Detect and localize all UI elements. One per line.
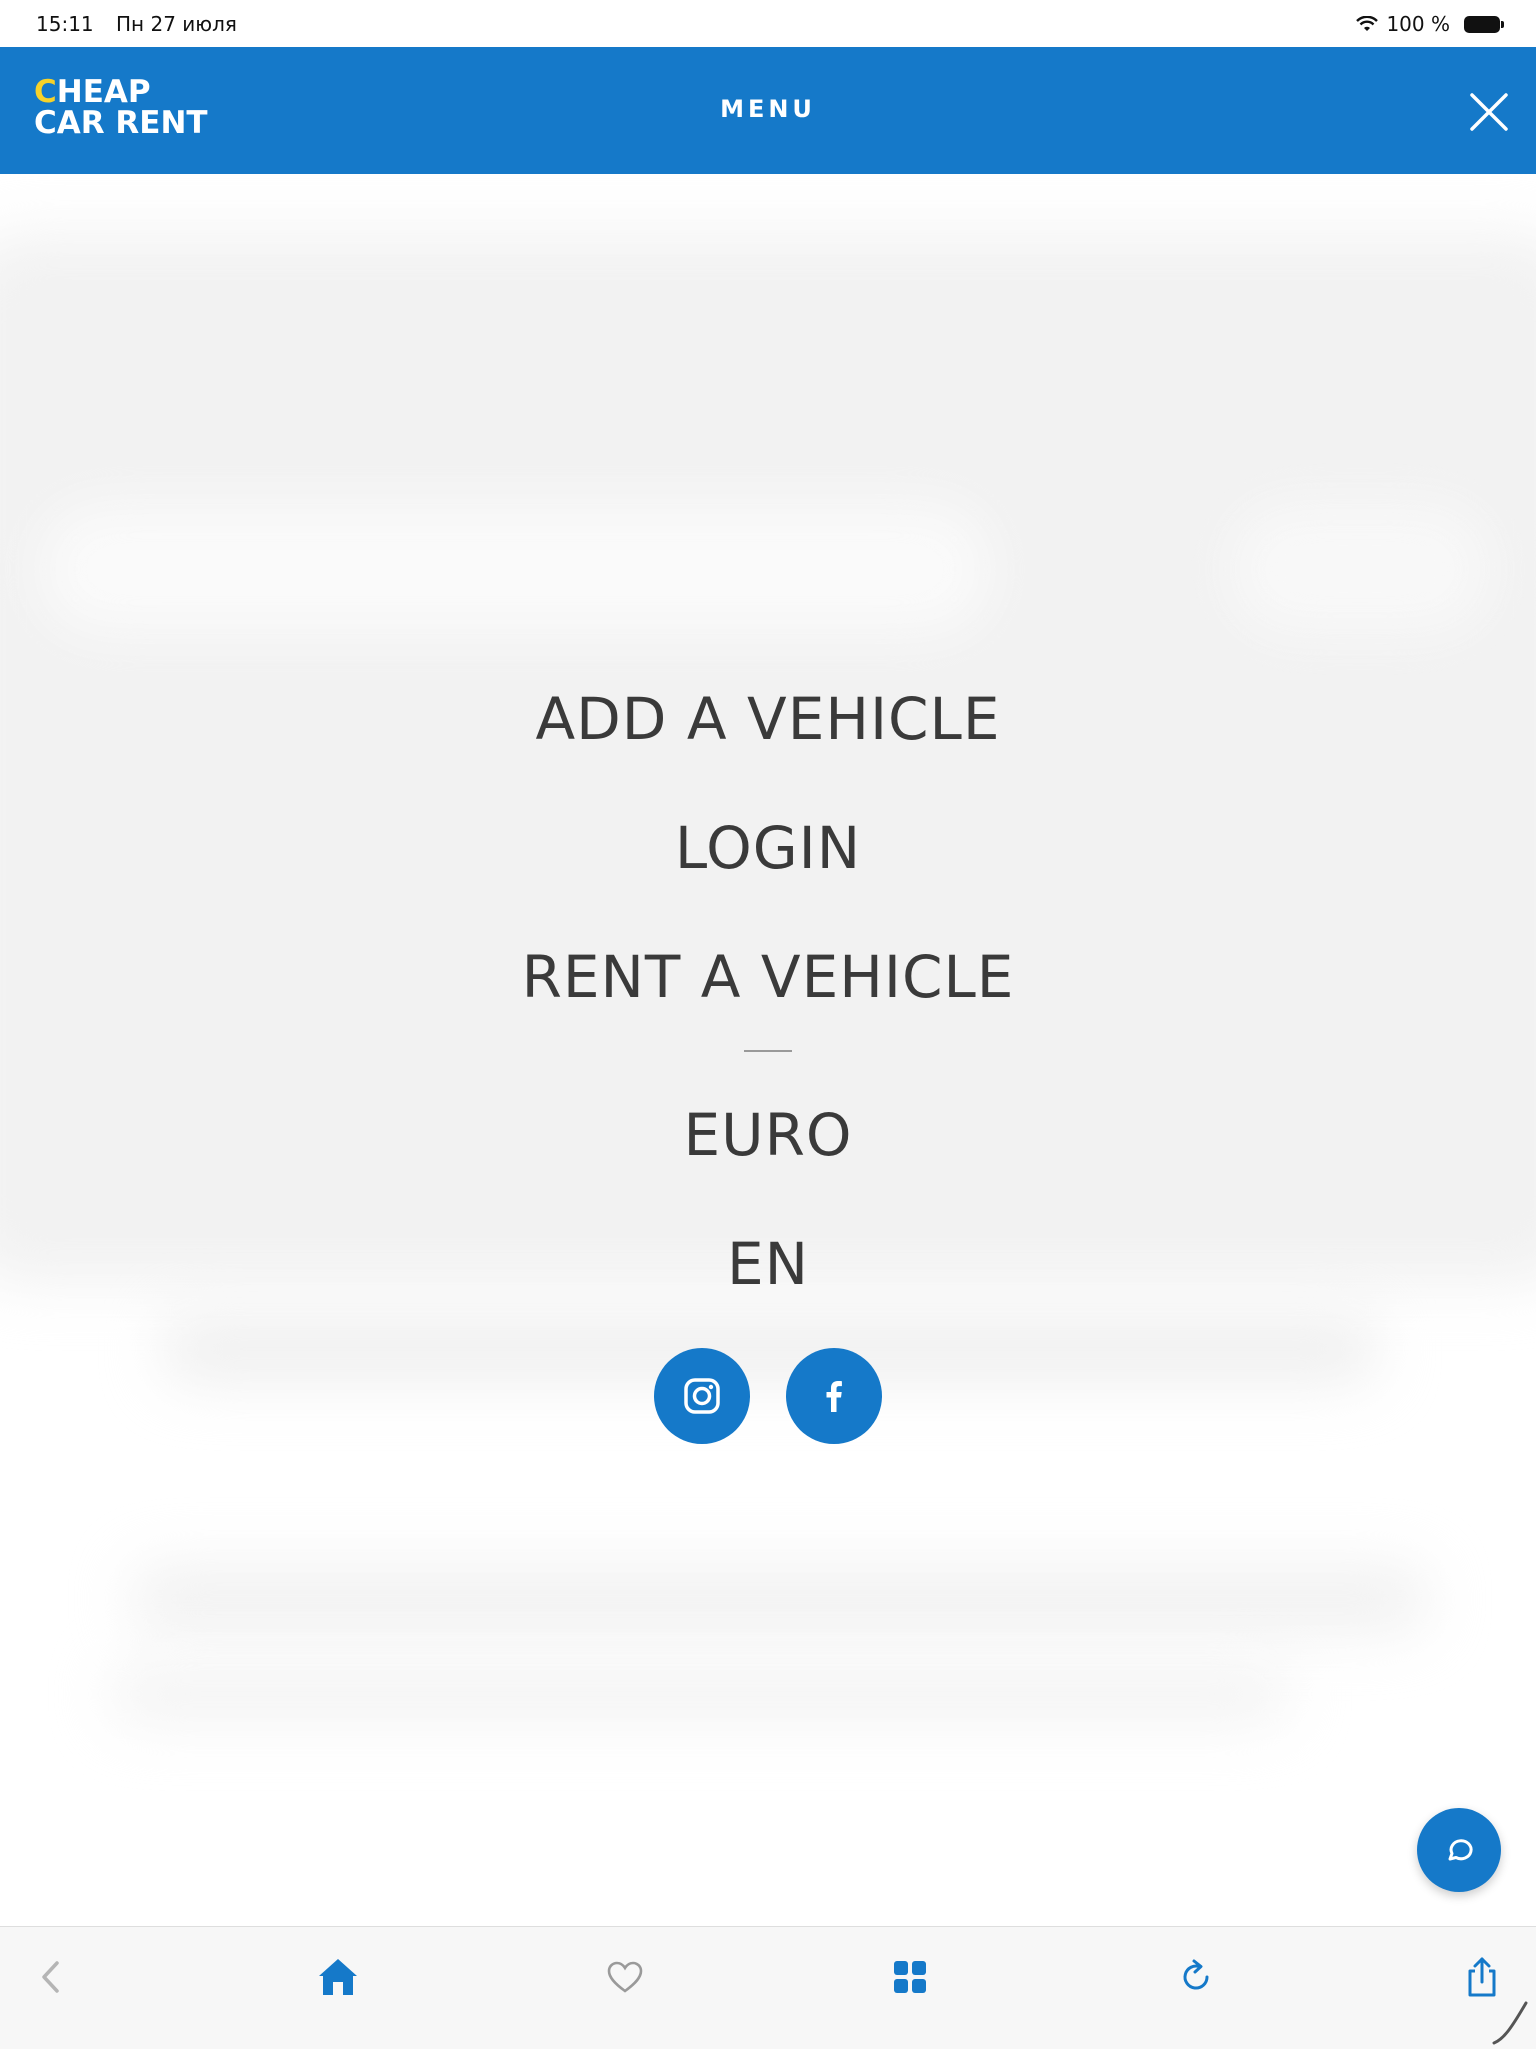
chat-icon bbox=[1448, 1839, 1473, 1861]
close-button[interactable] bbox=[1466, 89, 1512, 135]
home-icon bbox=[319, 1959, 357, 1995]
close-icon bbox=[1470, 93, 1508, 131]
bg-blob bbox=[130, 1564, 1430, 1634]
language-selector[interactable]: EN bbox=[0, 1200, 1536, 1329]
app-header: CHEAP CAR RENT MENU bbox=[0, 47, 1536, 174]
battery-icon bbox=[1464, 15, 1504, 33]
status-right: 100 % bbox=[1356, 12, 1504, 36]
menu-divider bbox=[744, 1050, 792, 1052]
status-time: 15:11 bbox=[36, 12, 94, 36]
chat-button[interactable] bbox=[1417, 1808, 1501, 1892]
back-button[interactable] bbox=[27, 1953, 75, 2001]
facebook-icon bbox=[826, 1381, 842, 1412]
instagram-icon bbox=[684, 1378, 720, 1414]
favorites-button[interactable] bbox=[601, 1953, 649, 2001]
bg-blob bbox=[40, 504, 990, 634]
bg-blob bbox=[110, 1664, 1290, 1724]
menu-item-login[interactable]: LOGIN bbox=[0, 784, 1536, 913]
menu-list: ADD A VEHICLE LOGIN RENT A VEHICLE bbox=[0, 655, 1536, 1042]
grid-icon bbox=[894, 1961, 926, 1993]
share-button[interactable] bbox=[1458, 1953, 1506, 2001]
social-links bbox=[654, 1348, 882, 1444]
battery-percent: 100 % bbox=[1386, 12, 1450, 36]
share-icon bbox=[1468, 1957, 1496, 1997]
status-left: 15:11 Пн 27 июля bbox=[36, 12, 253, 36]
home-button[interactable] bbox=[314, 1953, 362, 2001]
currency-selector[interactable]: EURO bbox=[0, 1071, 1536, 1200]
status-date: Пн 27 июля bbox=[116, 12, 237, 36]
heart-icon bbox=[607, 1961, 643, 1993]
instagram-button[interactable] bbox=[654, 1348, 750, 1444]
menu-settings: EURO EN bbox=[0, 1071, 1536, 1329]
menu-item-add-vehicle[interactable]: ADD A VEHICLE bbox=[0, 655, 1536, 784]
menu-title: MENU bbox=[720, 95, 816, 123]
back-icon bbox=[42, 1961, 59, 1993]
bg-blob bbox=[1230, 504, 1490, 634]
wifi-icon bbox=[1356, 16, 1379, 31]
tabs-button[interactable] bbox=[886, 1953, 934, 2001]
bottom-toolbar bbox=[0, 1926, 1536, 2049]
refresh-icon bbox=[1183, 1959, 1209, 1990]
status-bar: 15:11 Пн 27 июля 100 % bbox=[0, 0, 1536, 47]
resize-handle-icon bbox=[1492, 2001, 1528, 2045]
facebook-button[interactable] bbox=[786, 1348, 882, 1444]
refresh-button[interactable] bbox=[1172, 1953, 1220, 2001]
menu-item-rent-vehicle[interactable]: RENT A VEHICLE bbox=[0, 913, 1536, 1042]
